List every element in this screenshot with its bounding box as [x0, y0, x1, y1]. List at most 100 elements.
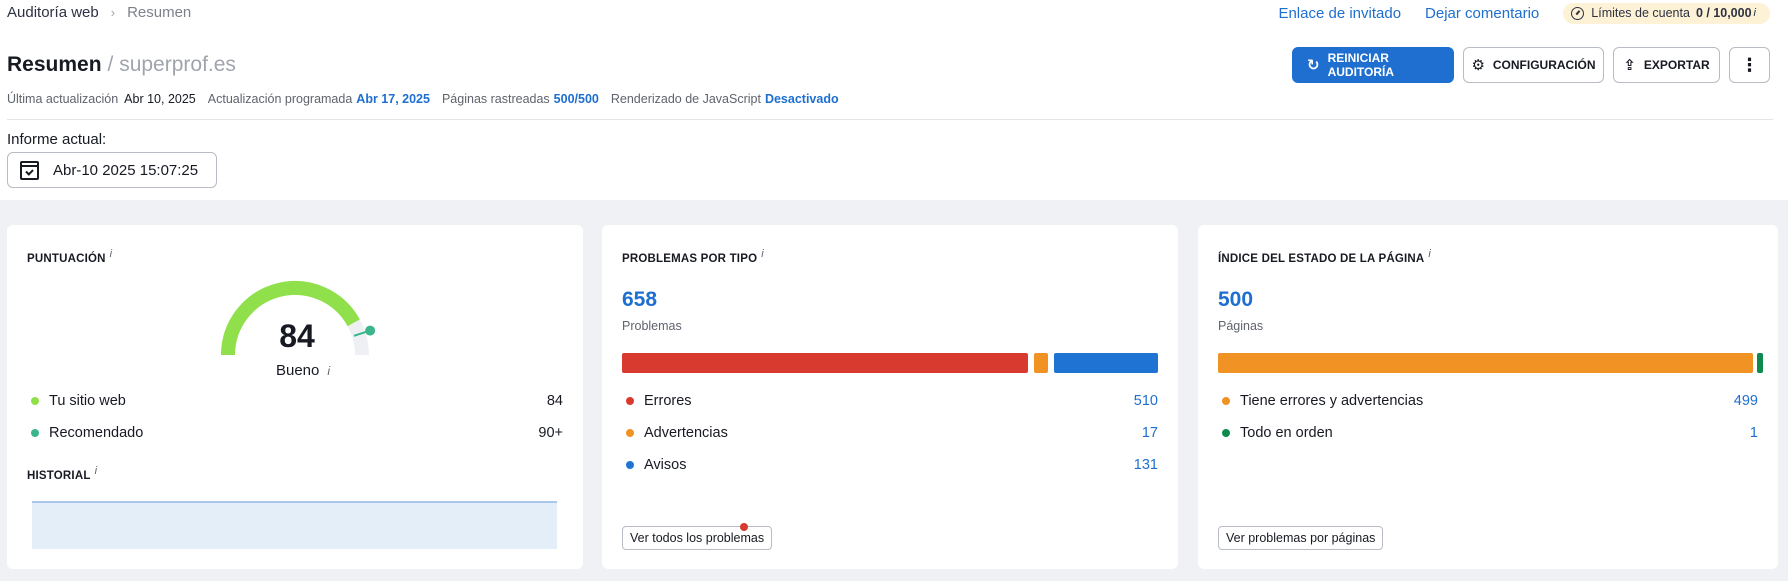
pages-card-title: ÍNDICE DEL ESTADO DE LA PÁGINA i	[1218, 248, 1431, 265]
legend-dot	[626, 397, 634, 405]
settings-button[interactable]: ⚙ CONFIGURACIÓN	[1463, 47, 1604, 83]
legend-label: Tiene errores y advertencias	[1240, 393, 1424, 409]
limits-value: 0 / 10,000	[1695, 6, 1752, 20]
breadcrumb: Auditoría web › Resumen	[7, 4, 191, 21]
history-title: HISTORIAL i	[27, 465, 97, 482]
divider	[7, 119, 1773, 120]
breadcrumb-root[interactable]: Auditoría web	[7, 4, 99, 21]
js-value[interactable]: Desactivado	[765, 92, 839, 106]
gear-icon: ⚙	[1471, 57, 1485, 74]
guest-link[interactable]: Enlace de invitado	[1278, 5, 1401, 22]
notification-dot	[740, 523, 748, 531]
legend-dot	[1222, 397, 1230, 405]
audit-meta: Última actualización Abr 10, 2025 Actuali…	[7, 92, 851, 106]
legend-label: Recomendado	[49, 425, 144, 441]
upload-icon: ⇪	[1623, 57, 1636, 74]
legend-label: Tu sitio web	[49, 393, 126, 409]
report-date-picker[interactable]: Abr-10 2025 15:07:25	[7, 152, 217, 188]
export-button[interactable]: ⇪ EXPORTAR	[1613, 47, 1720, 83]
scheduled-update: Actualización programada Abr 17, 2025	[208, 92, 430, 106]
info-icon[interactable]: i	[1428, 248, 1431, 260]
history-chart[interactable]	[32, 501, 557, 549]
scheduled-label: Actualización programada	[207, 92, 353, 106]
legend-item: Avisos	[622, 457, 686, 473]
legend-item: Advertencias	[622, 425, 728, 441]
last-update: Última actualización Abr 10, 2025	[7, 92, 196, 106]
scheduled-value[interactable]: Abr 17, 2025	[356, 92, 430, 106]
legend-value[interactable]: 510	[1134, 393, 1158, 409]
breadcrumb-current: Resumen	[127, 4, 192, 21]
page-title-main: Resumen	[7, 53, 102, 76]
legend-label: Todo en orden	[1240, 425, 1333, 441]
legend-value: 84	[546, 393, 563, 409]
last-update-label: Última actualización	[7, 92, 119, 106]
export-label: EXPORTAR	[1643, 58, 1710, 72]
last-update-value: Abr 10, 2025	[124, 92, 196, 106]
score-card: PUNTUACIÓN i 84 Bueno i Tu sitio web 84 Re…	[7, 225, 583, 569]
legend-value[interactable]: 131	[1134, 457, 1158, 473]
feedback-link[interactable]: Dejar comentario	[1425, 5, 1539, 22]
bar-segment[interactable]	[1034, 353, 1048, 373]
legend-dot	[31, 397, 39, 405]
restart-audit-label: REINICIAR AUDITORÍA	[1327, 51, 1395, 79]
legend-value[interactable]: 1	[1750, 425, 1758, 441]
pages-label: Páginas rastreadas	[441, 92, 550, 106]
pages-crawled: Páginas rastreadas 500/500	[442, 92, 599, 106]
page-title: Resumen / superprof.es	[7, 53, 236, 77]
info-icon[interactable]: i	[327, 364, 330, 378]
legend-label: Errores	[644, 393, 692, 409]
page-title-domain: / superprof.es	[107, 53, 236, 76]
header-links: Enlace de invitado Dejar comentario Lími…	[1278, 3, 1788, 24]
more-options-button[interactable]: ⋮	[1729, 47, 1770, 83]
info-icon: i	[1753, 7, 1756, 19]
chevron-right-icon: ›	[110, 5, 116, 20]
top-section: Auditoría web › Resumen Enlace de invita…	[0, 0, 1788, 200]
score-value: 84	[279, 318, 315, 354]
view-all-issues-button[interactable]: Ver todos los problemas	[622, 526, 773, 550]
pages-value[interactable]: 500/500	[554, 92, 599, 106]
refresh-icon: ↻	[1307, 57, 1320, 74]
legend-dot	[626, 461, 634, 469]
settings-label: CONFIGURACIÓN	[1492, 58, 1596, 72]
pages-total[interactable]: 500	[1218, 288, 1253, 312]
toolbar: ↻ REINICIAR AUDITORÍA ⚙ CONFIGURACIÓN ⇪ …	[1283, 47, 1770, 83]
issues-title-text: PROBLEMAS POR TIPO	[622, 252, 758, 265]
info-icon[interactable]: i	[761, 248, 764, 260]
js-label: Renderizado de JavaScript	[610, 92, 761, 106]
legend-dot	[1222, 429, 1230, 437]
report-label: Informe actual:	[7, 131, 107, 148]
calendar-icon	[20, 160, 39, 180]
legend-value: 90+	[538, 425, 563, 441]
bar-segment[interactable]	[1053, 353, 1158, 373]
bar-segment[interactable]	[622, 353, 1029, 373]
bar-segment[interactable]	[1756, 353, 1763, 373]
score-status-text: Bueno	[275, 362, 320, 379]
legend-value[interactable]: 17	[1142, 425, 1158, 441]
view-issues-by-pages-button[interactable]: Ver problemas por páginas	[1218, 526, 1384, 550]
bar-segment[interactable]	[1218, 353, 1753, 373]
legend-label: Avisos	[644, 457, 687, 473]
legend-value[interactable]: 499	[1734, 393, 1758, 409]
restart-audit-button[interactable]: ↻ REINICIAR AUDITORÍA	[1292, 47, 1454, 83]
issues-total-label: Problemas	[622, 319, 682, 333]
report-date: Abr-10 2025 15:07:25	[53, 161, 199, 179]
legend-your-site: Tu sitio web	[27, 393, 126, 409]
history-title-text: HISTORIAL	[27, 469, 91, 482]
limits-label: Límites de cuenta	[1591, 6, 1690, 20]
speedometer-icon	[1571, 6, 1585, 20]
issues-card-title: PROBLEMAS POR TIPO i	[622, 248, 764, 265]
issues-total[interactable]: 658	[622, 288, 657, 312]
pages-title-text: ÍNDICE DEL ESTADO DE LA PÁGINA	[1218, 252, 1425, 265]
more-icon: ⋮	[1740, 54, 1759, 75]
legend-recommended: Recomendado	[27, 425, 143, 441]
legend-dot	[31, 429, 39, 437]
account-limits-badge[interactable]: Límites de cuenta 0 / 10,000 i	[1563, 3, 1770, 24]
score-status: Bueno i	[7, 362, 583, 379]
issues-card: PROBLEMAS POR TIPO i 658 Problemas Errore…	[602, 225, 1178, 569]
info-icon[interactable]: i	[95, 465, 98, 477]
legend-label: Advertencias	[644, 425, 728, 441]
legend-item: Todo en orden	[1218, 425, 1333, 441]
pages-card: ÍNDICE DEL ESTADO DE LA PÁGINA i 500 Pági…	[1198, 225, 1778, 569]
pages-total-label: Páginas	[1218, 319, 1264, 333]
legend-item: Tiene errores y advertencias	[1218, 393, 1423, 409]
